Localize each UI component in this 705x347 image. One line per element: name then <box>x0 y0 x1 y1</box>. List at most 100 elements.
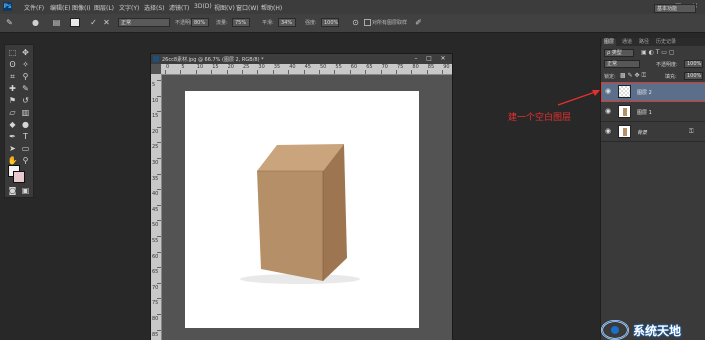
document-icon <box>153 56 159 62</box>
smoothing-input[interactable]: 34% <box>278 18 296 27</box>
photoshop-window: Ps 文件(F) 编辑(E) 图像(I) 图层(L) 文字(Y) 选择(S) 滤… <box>0 0 705 340</box>
tab-paths[interactable]: 路径 <box>637 39 651 46</box>
lock-label: 锁定: <box>604 74 616 80</box>
pressure-input[interactable]: 100% <box>321 18 339 27</box>
layer-name: 背景 <box>637 130 648 136</box>
watermark-logo-icon <box>601 320 629 340</box>
stamp-tool-icon[interactable]: ⚑ <box>7 95 18 106</box>
menu-window[interactable]: 窗口(W) <box>236 3 259 12</box>
healing-tool-icon[interactable]: ✚ <box>7 83 18 94</box>
blend-mode-select[interactable]: 正常 <box>604 60 640 68</box>
ruler-tick <box>211 70 213 74</box>
path-select-icon[interactable]: ➤ <box>7 143 18 154</box>
ruler-tick <box>157 282 161 284</box>
crop-tool-icon[interactable]: ⌗ <box>7 71 18 82</box>
menu-view[interactable]: 视图(V) <box>214 3 235 12</box>
menu-3d[interactable]: 3D(D) <box>194 3 212 10</box>
ruler-label: 50 <box>152 222 159 229</box>
ruler-tick <box>157 80 161 81</box>
ruler-tick <box>226 70 228 74</box>
menu-edit[interactable]: 编辑(E) <box>50 3 70 12</box>
ruler-tick <box>242 70 243 74</box>
brush-tool-icon[interactable]: ✎ <box>20 83 31 94</box>
eyedropper-tool-icon[interactable]: ⚲ <box>20 71 31 82</box>
blur-tool-icon[interactable]: ◆ <box>7 119 18 130</box>
menu-filter[interactable]: 滤镜(T) <box>169 3 189 12</box>
screen-mode-icon[interactable]: ▣ <box>20 185 31 196</box>
tab-history[interactable]: 历史记录 <box>654 39 678 46</box>
quick-mask-icon[interactable]: ◙ <box>7 185 18 196</box>
layer-row-background[interactable]: ◉ 背景 ⚿ <box>601 122 705 142</box>
opacity-input[interactable]: 80% <box>191 18 209 27</box>
text-tool-icon[interactable]: T <box>20 131 31 142</box>
pen-tool-icon[interactable]: ✒ <box>7 131 18 142</box>
brush-tool-icon[interactable]: ✎ <box>4 17 15 28</box>
menu-help[interactable]: 帮助(H) <box>261 3 282 12</box>
ruler-label: 80 <box>412 64 419 70</box>
layer-opacity-input[interactable]: 100% <box>684 60 703 68</box>
lasso-tool-icon[interactable]: ʘ <box>7 59 18 70</box>
ruler-label: 80 <box>152 316 159 322</box>
menu-layer[interactable]: 图层(L) <box>94 3 114 12</box>
vertical-ruler[interactable]: 5 10 15 20 25 30 35 40 45 50 55 60 65 70 75 80 85 <box>151 74 162 340</box>
history-brush-icon[interactable]: ↺ <box>20 95 31 106</box>
lock-icons[interactable]: ▩ ✎ ✥ ⚿ <box>620 72 646 80</box>
ruler-label: 35 <box>273 64 281 70</box>
marquee-tool-icon[interactable]: ⬚ <box>7 47 18 58</box>
background-color-swatch[interactable] <box>13 171 25 183</box>
dodge-tool-icon[interactable]: ● <box>20 119 31 130</box>
magic-wand-icon[interactable]: ✧ <box>20 59 31 70</box>
menu-file[interactable]: 文件(F) <box>24 3 44 12</box>
watermark: 系统天地 <box>598 318 705 342</box>
eraser-tool-icon[interactable]: ▱ <box>7 107 18 118</box>
ruler-label: 45 <box>304 64 311 70</box>
menu-image[interactable]: 图像(I) <box>72 3 90 12</box>
gradient-tool-icon[interactable]: ▥ <box>20 107 31 118</box>
ruler-label: 25 <box>243 64 250 70</box>
ruler-label: 30 <box>152 160 159 166</box>
move-tool-icon[interactable]: ✥ <box>20 47 31 58</box>
layer-row-layer1[interactable]: ◉ 图层 1 <box>601 102 705 122</box>
horizontal-ruler[interactable]: 0 5 10 15 20 25 30 35 40 45 50 55 60 65 70 75 80 85 90 <box>161 64 452 75</box>
ruler-tick <box>157 251 161 253</box>
menu-select[interactable]: 选择(S) <box>144 3 165 12</box>
annotation-text: 建一个空白图层 <box>508 113 572 123</box>
layer-row-layer2[interactable]: ◉ 图层 2 <box>601 82 705 102</box>
shape-tool-icon[interactable]: ▭ <box>20 143 31 154</box>
document-title-bar[interactable]: 26cc8素材.jpg @ 66.7% (图层 2, RGB/8) * – □ … <box>151 54 452 64</box>
fill-input[interactable]: 100% <box>684 72 703 80</box>
kind-filter-select[interactable]: ρ 类型 <box>604 49 634 57</box>
ruler-tick <box>157 298 161 300</box>
eye-icon[interactable]: ◉ <box>605 127 611 135</box>
ruler-tick <box>157 314 161 315</box>
ruler-tick <box>157 126 161 128</box>
doc-minimize-button[interactable]: – <box>410 55 422 63</box>
flow-input[interactable]: 75% <box>232 18 250 27</box>
cross-icon[interactable]: ✕ <box>101 17 112 28</box>
zoom-tool-icon[interactable]: ⚲ <box>20 155 31 166</box>
filter-icons[interactable]: ▣ ◐ T ▭ ▢ <box>641 49 675 56</box>
sample-all-checkbox[interactable] <box>364 19 371 26</box>
airbrush-icon[interactable]: ⊙ <box>350 17 361 28</box>
ruler-tick <box>365 70 367 74</box>
pressure-pen-icon[interactable]: ✐ <box>413 17 424 28</box>
ruler-tick <box>380 70 382 74</box>
brush-preset-icon[interactable]: ● <box>30 17 41 28</box>
ruler-tick <box>272 70 274 74</box>
workspace-select[interactable]: 基本功能 <box>654 4 696 13</box>
brush-panel-icon[interactable]: ▤ <box>51 17 62 28</box>
tab-layers[interactable]: 图层 <box>602 39 617 46</box>
document-title: 26cc8素材.jpg @ 66.7% (图层 2, RGB/8) * <box>162 57 264 63</box>
ruler-label: 20 <box>152 128 159 135</box>
menu-type[interactable]: 文字(Y) <box>119 3 139 12</box>
image-canvas[interactable] <box>185 91 419 328</box>
color-swatch[interactable] <box>70 18 80 27</box>
doc-close-button[interactable]: ✕ <box>437 55 449 63</box>
mode-select[interactable]: 正常 <box>118 18 170 27</box>
check-icon[interactable]: ✓ <box>88 17 99 28</box>
doc-maximize-button[interactable]: □ <box>423 55 435 63</box>
ruler-tick <box>157 111 161 113</box>
ruler-tick <box>165 70 166 74</box>
tab-channels[interactable]: 通道 <box>620 39 634 46</box>
options-bar: ✎ ● ▤ ✓ ✕ 正常 不透明度: 80% 流量: 75% 平滑: 34% 强… <box>0 14 705 33</box>
